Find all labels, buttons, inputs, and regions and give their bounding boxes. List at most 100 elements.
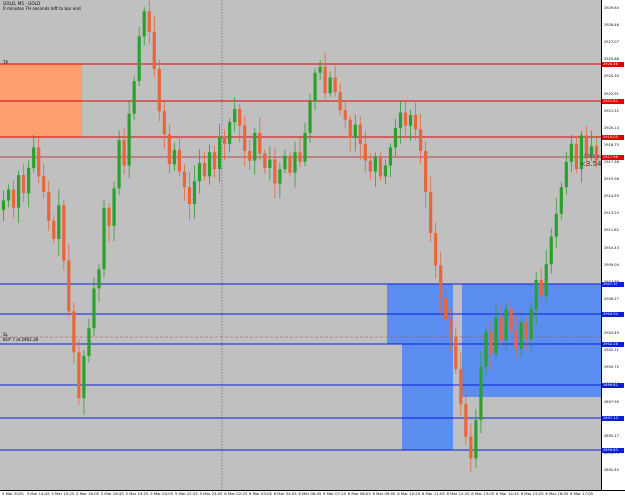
bar-timer-text: 0 minutes 7H seconds left to bar end	[3, 6, 81, 11]
y-tick-label: 2911.82	[604, 228, 619, 233]
candle-body	[434, 232, 438, 266]
candle-body	[569, 143, 573, 162]
y-tick-label: 2900.72	[604, 365, 619, 370]
y-tick-label: 2918.75	[604, 142, 619, 147]
candle-body	[16, 175, 21, 208]
candle-body	[293, 152, 297, 173]
x-tick-label: 6 Mar 08:05	[347, 491, 371, 496]
candle-body	[52, 220, 56, 240]
candle-body	[117, 140, 121, 189]
candle-body	[263, 153, 267, 168]
candle-body	[393, 128, 398, 148]
candle-body	[549, 236, 553, 265]
candle-body	[258, 132, 262, 154]
demand-zone-b	[402, 344, 453, 450]
candle-body	[328, 77, 332, 94]
x-tick-label: 5 Mar 14:45	[26, 491, 50, 496]
candle-body	[42, 176, 46, 193]
x-tick-label: 5 Mar 2025	[2, 491, 24, 496]
candle-body	[514, 330, 518, 349]
x-tick-label: 5 Mar 19:25	[125, 491, 149, 496]
x-tick-label: 6 Mar 16:05	[545, 491, 569, 496]
x-tick-label: 6 Mar 13:05	[471, 491, 495, 496]
x-tick-label: 6 Mar 15:25	[520, 491, 544, 496]
x-tick-label: 5 Mar 15:25	[51, 491, 75, 496]
candle-body	[559, 187, 563, 214]
candle-body	[449, 319, 453, 337]
x-tick-label: 5 Mar 16:05	[76, 491, 100, 496]
candle-body	[157, 69, 161, 112]
candle-body	[82, 355, 86, 399]
chart-canvas[interactable]	[0, 0, 601, 490]
candle-body	[192, 181, 197, 205]
candle-body	[444, 298, 448, 320]
candle-body	[238, 108, 242, 126]
y-tick-label: 2914.59	[604, 194, 619, 199]
y-tick-label: 2903.49	[604, 331, 619, 336]
candle-body	[554, 213, 558, 237]
candle-body	[489, 331, 493, 354]
x-tick-label: 6 Mar 04:05	[273, 491, 297, 496]
y-tick-label: 2920.14	[604, 125, 619, 130]
candle-body	[574, 143, 578, 170]
candle-body	[524, 322, 528, 340]
candle-body	[429, 192, 433, 233]
candle-body	[62, 205, 66, 261]
candle-body	[127, 113, 131, 166]
candle-body	[494, 317, 498, 354]
candle-body	[27, 167, 31, 194]
price-chart[interactable]	[0, 0, 601, 490]
candle-body	[298, 152, 302, 162]
x-tick-label: 6 Mar 12:25	[446, 491, 470, 496]
candle-body	[424, 151, 428, 193]
y-tick-label: 2927.07	[604, 40, 619, 45]
candle-body	[57, 205, 61, 240]
candle-body	[137, 36, 141, 82]
tp-label: TP	[3, 60, 8, 65]
level-tag-blue-3: 2902.28	[602, 342, 624, 347]
x-tick-label: 6 Mar 03:05	[249, 491, 272, 496]
y-tick-label: 2895.17	[604, 433, 619, 438]
candle-body	[122, 140, 126, 166]
candle-body	[509, 308, 513, 331]
candle-body	[77, 352, 81, 399]
candle-body	[469, 436, 473, 459]
candle-body	[308, 101, 312, 133]
y-tick-label: 2906.27	[604, 296, 619, 301]
candle-body	[418, 129, 423, 152]
candle-body	[142, 11, 146, 37]
candle-body	[383, 165, 388, 177]
level-tag-red-1: 2924.46	[602, 62, 624, 67]
y-tick-label: 2910.43	[604, 245, 619, 250]
candle-body	[132, 81, 136, 114]
candle-body	[11, 189, 16, 208]
candle-body	[343, 110, 347, 120]
candle-body	[202, 163, 207, 177]
level-tag-red-4: 2917.96	[602, 155, 624, 160]
candle-body	[584, 135, 589, 156]
candle-body	[268, 159, 272, 168]
y-tick-label: 2917.36	[604, 160, 619, 164]
candle-body	[408, 114, 413, 126]
candle-body	[172, 149, 176, 165]
candle-body	[107, 207, 111, 226]
candle-body	[223, 136, 227, 144]
candle-body	[519, 322, 523, 349]
candle-body	[353, 124, 357, 138]
candle-body	[253, 132, 257, 161]
x-tick-label: 6 Mar 11:05	[421, 491, 445, 496]
candle-body	[212, 152, 217, 170]
candle-body	[102, 207, 106, 270]
candle-body	[403, 112, 408, 126]
candle-body	[162, 111, 166, 135]
candle-body	[439, 265, 443, 299]
level-tag-red-3: 2919.05	[602, 135, 624, 140]
candle-body	[167, 134, 171, 165]
candle-body	[504, 308, 508, 341]
candle-body	[1, 200, 6, 211]
candle-body	[47, 192, 51, 221]
candle-body	[228, 122, 232, 144]
candle-body	[67, 260, 71, 312]
x-tick-label: 5 Mar 22:25	[174, 491, 198, 496]
y-tick-label: 2924.30	[604, 74, 619, 79]
